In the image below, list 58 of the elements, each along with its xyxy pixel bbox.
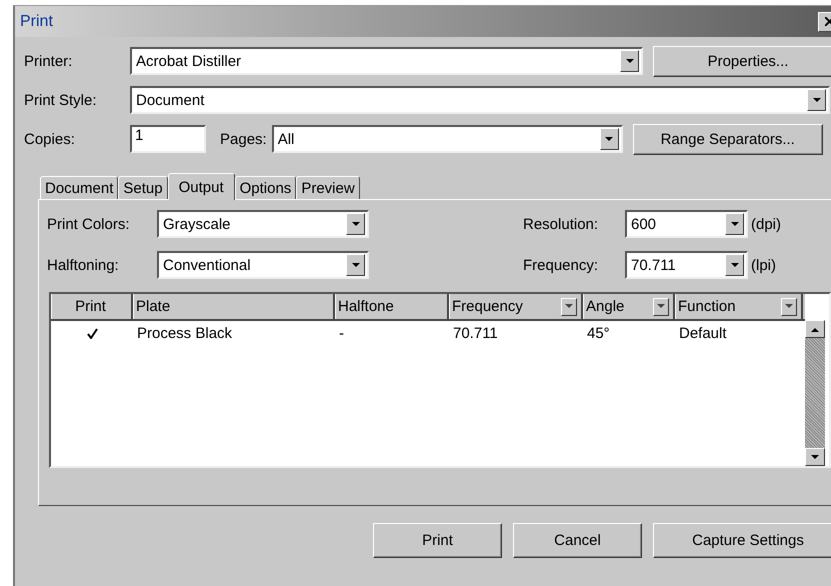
caret-down-icon[interactable] [730, 262, 738, 268]
column-header[interactable]: Plate [133, 294, 335, 319]
resolution-dropdown[interactable]: 600 [625, 210, 748, 238]
caret-down-icon[interactable] [565, 304, 573, 309]
printer-label: Printer: [24, 52, 74, 70]
dialog-button[interactable]: Cancel [513, 523, 642, 558]
table-cell: Process Black [137, 324, 232, 342]
frequency-dropdown[interactable]: 70.711 [625, 251, 748, 279]
tab[interactable]: Document [40, 176, 118, 199]
table-cell: 70.711 [453, 324, 498, 342]
print-style-dropdown[interactable]: Document [130, 86, 830, 114]
tab[interactable]: Output [168, 173, 235, 200]
table-cell: Default [679, 324, 727, 342]
printer-dropdown[interactable]: Acrobat Distiller [130, 47, 643, 75]
halftoning-dropdown[interactable]: Conventional [157, 251, 369, 279]
column-header[interactable]: Frequency [449, 294, 583, 319]
checkmark-icon[interactable] [86, 328, 98, 338]
caret-down-icon[interactable] [730, 222, 738, 226]
column-header[interactable]: Print [51, 294, 133, 319]
caret-down-icon[interactable] [626, 58, 634, 64]
tab[interactable]: Options [234, 176, 296, 199]
frequency-unit: (lpi) [751, 256, 776, 274]
window-title: Print [20, 12, 53, 30]
copies-field[interactable]: 1 [130, 125, 206, 153]
halftoning-label: Halftoning: [47, 256, 120, 274]
column-header[interactable]: Angle [583, 294, 675, 319]
resolution-label: Resolution: [523, 216, 600, 232]
dialog-button[interactable]: Print [373, 523, 502, 558]
print-colors-dropdown[interactable]: Grayscale [157, 210, 369, 238]
caret-down-icon[interactable] [352, 222, 360, 226]
caret-down-icon[interactable] [785, 304, 793, 309]
caret-down-icon[interactable] [657, 304, 665, 309]
column-header[interactable]: Function [675, 294, 803, 319]
tab[interactable]: Setup [118, 176, 168, 199]
column-menu-button[interactable] [561, 298, 577, 316]
properties-button[interactable]: Properties... [653, 46, 831, 76]
table-cell: 45° [587, 324, 610, 342]
caret-up-icon[interactable] [811, 326, 819, 332]
caret-down-icon[interactable] [811, 454, 819, 460]
pages-label: Pages: [220, 130, 267, 148]
caret-down-icon[interactable] [812, 98, 820, 102]
tab[interactable]: Preview [296, 176, 360, 199]
pages-dropdown[interactable]: All [272, 125, 623, 153]
frequency-label: Frequency: [523, 256, 600, 274]
copies-label: Copies: [24, 130, 76, 148]
print-style-label: Print Style: [24, 92, 98, 108]
table-cell: - [339, 324, 344, 342]
resolution-unit: (dpi) [751, 216, 782, 232]
column-menu-button[interactable] [653, 298, 669, 316]
caret-down-icon[interactable] [352, 262, 360, 268]
dialog-button[interactable]: Capture Settings [653, 523, 831, 558]
close-icon [824, 17, 831, 26]
scrollbar[interactable] [805, 320, 825, 466]
caret-down-icon[interactable] [605, 136, 614, 142]
column-menu-button[interactable] [781, 298, 797, 316]
print-colors-label: Print Colors: [47, 216, 131, 232]
range-separators-button[interactable]: Range Separators... [632, 124, 823, 154]
column-header[interactable]: Halftone [335, 294, 449, 319]
